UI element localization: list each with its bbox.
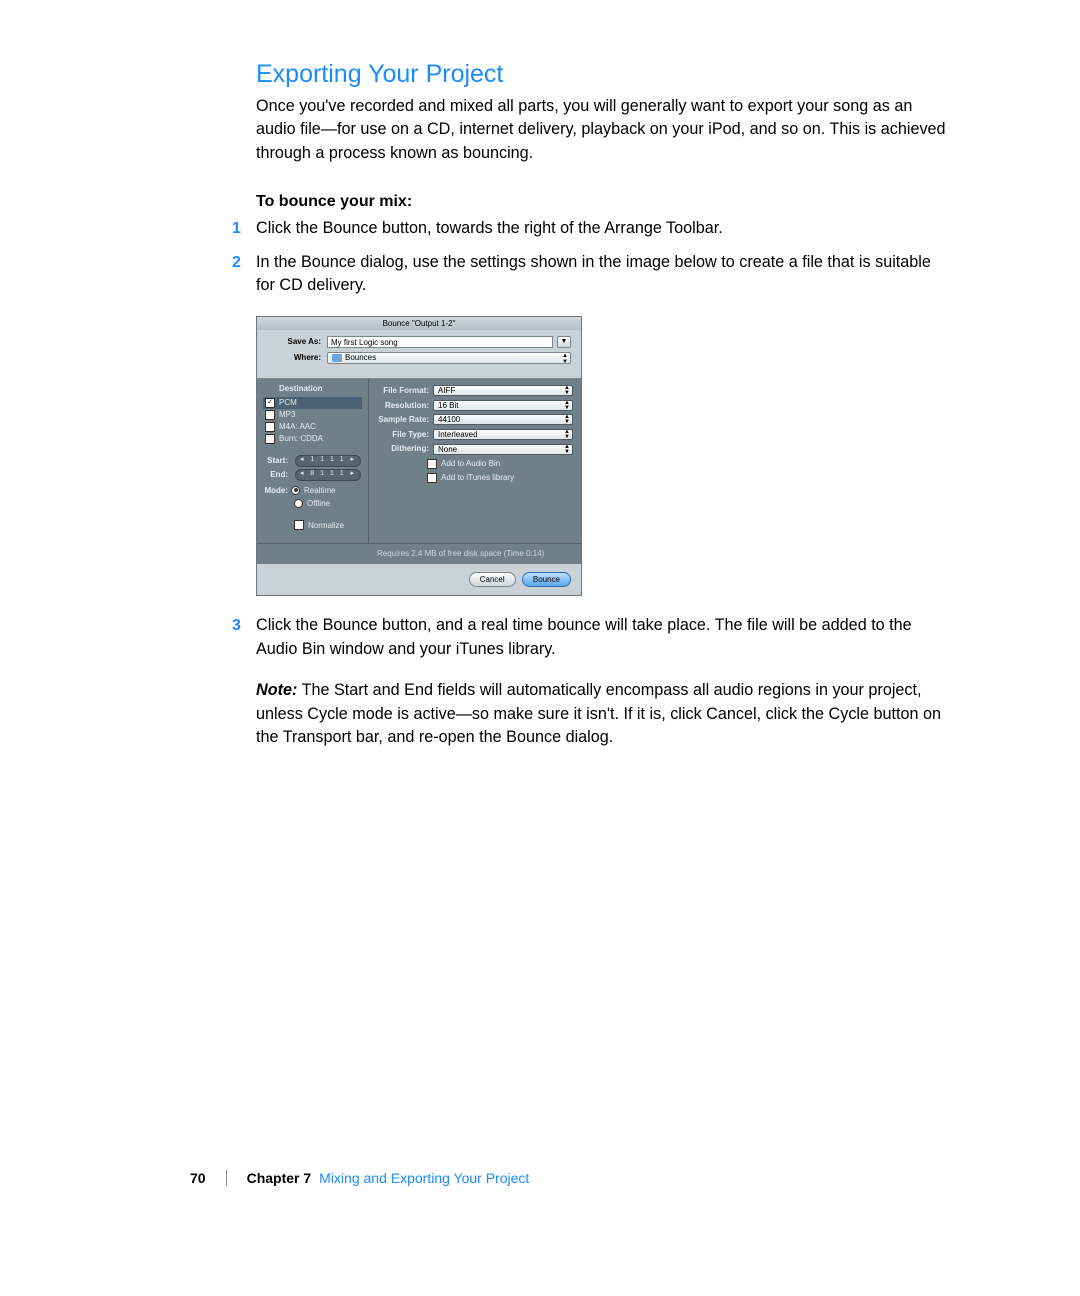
dialog-titlebar: Bounce "Output 1-2" xyxy=(257,317,581,330)
cancel-button[interactable]: Cancel xyxy=(469,572,516,588)
checkbox-icon[interactable] xyxy=(265,434,275,444)
add-audio-bin-checkbox[interactable] xyxy=(427,459,437,469)
step-1: 1 Click the Bounce button, towards the r… xyxy=(256,217,950,240)
destination-pcm[interactable]: ✓ PCM xyxy=(263,397,362,409)
save-as-field[interactable]: My first Logic song xyxy=(327,336,553,348)
normalize-checkbox[interactable] xyxy=(294,520,304,530)
save-as-label: Save As: xyxy=(267,336,327,348)
destination-m4a[interactable]: M4A: AAC xyxy=(263,421,362,433)
dithering-popup[interactable]: None▲▼ xyxy=(433,444,573,455)
sample-rate-popup[interactable]: 44100▲▼ xyxy=(433,414,573,425)
mode-label: Mode: xyxy=(263,485,291,497)
radio-offline[interactable] xyxy=(294,499,303,508)
bounce-button[interactable]: Bounce xyxy=(522,572,571,588)
bounce-dialog: Bounce "Output 1-2" Save As: My first Lo… xyxy=(256,316,582,596)
checkbox-icon[interactable] xyxy=(265,422,275,432)
file-format-label: File Format: xyxy=(377,385,433,397)
file-type-popup[interactable]: Interleaved▲▼ xyxy=(433,429,573,440)
page-number: 70 xyxy=(190,1170,206,1186)
end-label: End: xyxy=(263,469,291,481)
radio-realtime[interactable] xyxy=(291,486,300,495)
steps-subhead: To bounce your mix: xyxy=(256,193,950,211)
page-footer: 70 Chapter 7 Mixing and Exporting Your P… xyxy=(190,1170,529,1186)
where-label: Where: xyxy=(267,352,327,364)
resolution-label: Resolution: xyxy=(377,400,433,412)
checkbox-icon[interactable]: ✓ xyxy=(265,398,275,408)
add-itunes-checkbox[interactable] xyxy=(427,473,437,483)
note-label: Note: xyxy=(256,681,297,699)
disk-space-text: Requires 2,4 MB of free disk space (Time… xyxy=(257,543,581,564)
chapter-title: Mixing and Exporting Your Project xyxy=(319,1170,529,1186)
end-field[interactable]: ◂8 1 1 1▸ xyxy=(295,469,361,481)
step-2: 2 In the Bounce dialog, use the settings… xyxy=(256,251,950,596)
step-3: 3 Click the Bounce button, and a real ti… xyxy=(256,614,950,661)
dithering-label: Dithering: xyxy=(377,443,433,455)
note-paragraph: Note: The Start and End fields will auto… xyxy=(256,679,950,749)
footer-divider xyxy=(226,1170,227,1186)
destination-header: Destination xyxy=(263,383,362,395)
file-format-popup[interactable]: AIFF▲▼ xyxy=(433,385,573,396)
start-label: Start: xyxy=(263,455,291,467)
checkbox-icon[interactable] xyxy=(265,410,275,420)
intro-text: Once you've recorded and mixed all parts… xyxy=(256,95,950,165)
chapter-label: Chapter 7 xyxy=(247,1170,312,1186)
start-field[interactable]: ◂1 1 1 1▸ xyxy=(295,455,361,467)
history-dropdown-icon[interactable]: ▼ xyxy=(557,336,571,348)
destination-mp3[interactable]: MP3 xyxy=(263,409,362,421)
destination-cdda[interactable]: Burn: CDDA xyxy=(263,433,362,445)
file-type-label: File Type: xyxy=(377,429,433,441)
resolution-popup[interactable]: 16 Bit▲▼ xyxy=(433,400,573,411)
where-popup[interactable]: Bounces ▲▼ xyxy=(327,352,571,364)
folder-icon xyxy=(332,354,342,362)
section-heading: Exporting Your Project xyxy=(256,60,950,89)
sample-rate-label: Sample Rate: xyxy=(377,414,433,426)
chevron-updown-icon: ▲▼ xyxy=(562,353,568,365)
